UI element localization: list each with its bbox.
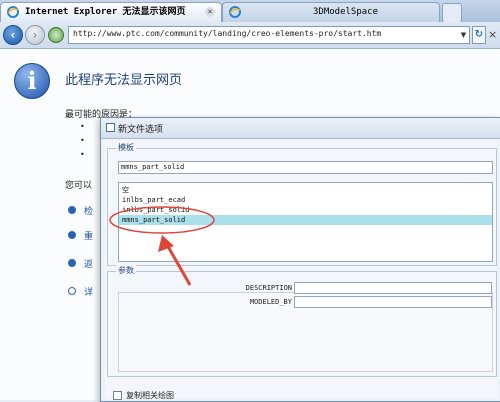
- ie-logo-icon: [7, 6, 19, 18]
- parameters-group: 参数 DESCRIPTION MODELED_BY: [107, 265, 497, 377]
- stop-icon[interactable]: ×: [488, 27, 500, 43]
- param-value-field[interactable]: [294, 282, 492, 294]
- bullet-icon: [80, 122, 86, 128]
- dialog-title-bar[interactable]: 新文件选项: [101, 118, 500, 139]
- tab-ie-error[interactable]: Internet Explorer 无法显示该网页 ×: [0, 2, 222, 22]
- list-item[interactable]: 空: [119, 185, 492, 195]
- copy-drawing-label: 复制相关绘图: [126, 391, 174, 400]
- param-row: MODELED_BY: [122, 296, 492, 308]
- window-icon: [106, 123, 115, 132]
- list-item[interactable]: inlbs_part_ecad: [119, 195, 492, 205]
- new-tab-button[interactable]: [442, 3, 462, 23]
- circle-bullet-icon: [68, 259, 76, 267]
- expand-icon: [68, 287, 76, 295]
- tab-label: 3DModelSpace: [313, 7, 379, 17]
- bullet-icon: [80, 150, 86, 156]
- info-icon: i: [14, 63, 50, 99]
- refresh-icon[interactable]: ↻: [472, 26, 486, 44]
- param-row: DESCRIPTION: [122, 282, 492, 294]
- template-group: 模板 mmns_part_solid 空 inlbs_part_ecad inl…: [107, 142, 497, 266]
- navigation-bar: ‹ › http://www.ptc.com/community/landing…: [0, 22, 500, 49]
- try-heading: 您可以: [65, 181, 93, 191]
- param-name: MODELED_BY: [249, 298, 292, 306]
- tab-close-icon[interactable]: ×: [205, 7, 215, 17]
- list-item[interactable]: inlbs_part_solid: [119, 205, 492, 215]
- template-input[interactable]: mmns_part_solid: [118, 161, 493, 174]
- tab-strip: Internet Explorer 无法显示该网页 × 3DModelSpace: [0, 0, 500, 23]
- address-dropdown-icon[interactable]: ▼: [458, 27, 469, 43]
- forward-button[interactable]: ›: [25, 25, 45, 45]
- tab-3dmodelspace[interactable]: 3DModelSpace: [222, 2, 440, 22]
- param-name: DESCRIPTION: [245, 284, 292, 292]
- template-group-label: 模板: [116, 142, 136, 153]
- address-text: http://www.ptc.com/community/landing/cre…: [73, 29, 382, 38]
- circle-bullet-icon: [68, 231, 76, 239]
- ie-logo-icon: [229, 6, 241, 18]
- copy-drawing-checkbox[interactable]: [113, 391, 122, 400]
- page-icon: [48, 27, 64, 43]
- dialog-body: 模板 mmns_part_solid 空 inlbs_part_ecad inl…: [105, 140, 497, 400]
- list-item-selected[interactable]: mmns_part_solid: [119, 215, 492, 225]
- address-bar[interactable]: http://www.ptc.com/community/landing/cre…: [68, 26, 470, 44]
- dialog-title: 新文件选项: [118, 125, 164, 135]
- new-file-options-dialog: 新文件选项 模板 mmns_part_solid 空 inlbs_part_ec…: [100, 117, 500, 402]
- circle-bullet-icon: [68, 206, 76, 214]
- parameters-group-label: 参数: [116, 265, 136, 276]
- param-value-field[interactable]: [294, 296, 492, 308]
- tab-label: Internet Explorer 无法显示该网页: [25, 7, 186, 17]
- bullet-icon: [80, 136, 86, 142]
- template-input-value: mmns_part_solid: [121, 163, 185, 171]
- template-list[interactable]: 空 inlbs_part_ecad inlbs_part_solid mmns_…: [118, 182, 493, 262]
- page-title: 此程序无法显示网页: [65, 73, 183, 88]
- back-button[interactable]: ‹: [3, 25, 23, 45]
